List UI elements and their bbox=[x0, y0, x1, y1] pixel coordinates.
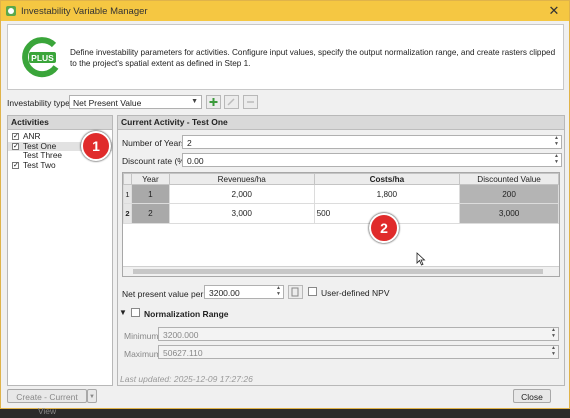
minimum-value: 3200.000 bbox=[163, 330, 199, 340]
header-banner: PLUS Define investability parameters for… bbox=[7, 24, 564, 90]
user-defined-npv-label: User-defined NPV bbox=[321, 288, 390, 298]
investability-type-select[interactable]: Net Present Value ▼ bbox=[69, 95, 202, 109]
window-close-button[interactable]: ✕ bbox=[545, 3, 563, 19]
row-header[interactable]: 2 bbox=[123, 203, 132, 224]
last-updated-text: Last updated: 2025-12-09 17:27:26 bbox=[120, 374, 253, 384]
header-description: Define investability parameters for acti… bbox=[70, 48, 556, 68]
add-icon bbox=[209, 98, 218, 106]
investability-type-label: Investability type: bbox=[7, 98, 73, 108]
minimum-label: Minimum bbox=[124, 331, 159, 341]
activity-label: Test One bbox=[23, 140, 57, 151]
spin-arrows-icon: ▲ ▼ bbox=[554, 153, 559, 165]
app-window: Investability Variable Manager ✕ PLUS De… bbox=[0, 0, 570, 416]
edit-icon bbox=[227, 98, 235, 106]
chevron-down-icon: ▼ bbox=[191, 98, 198, 105]
collapse-triangle-icon[interactable]: ▼ bbox=[119, 308, 127, 317]
npv-spinbox[interactable]: 3200.00 ▲ ▼ bbox=[204, 285, 284, 299]
maximum-spinbox[interactable]: 50627.110 ▲ ▼ bbox=[158, 345, 559, 359]
spin-arrows-icon: ▲ ▼ bbox=[554, 135, 559, 147]
cost-cell[interactable]: 1,800 bbox=[313, 184, 461, 204]
close-button[interactable]: Close bbox=[513, 389, 551, 403]
years-value: 2 bbox=[187, 138, 192, 148]
copy-npv-button[interactable] bbox=[288, 285, 303, 299]
copy-icon bbox=[291, 287, 299, 297]
activity-checkbox[interactable]: ✓ bbox=[12, 142, 19, 150]
maximum-label: Maximum bbox=[124, 349, 161, 359]
row-header[interactable]: 1 bbox=[123, 184, 132, 204]
horizontal-scrollbar[interactable] bbox=[123, 266, 559, 276]
activity-checkbox[interactable]: ✓ bbox=[12, 161, 19, 169]
create-button-label: Create - Current View bbox=[16, 392, 78, 416]
activity-label: ANR bbox=[23, 131, 41, 141]
npv-table[interactable]: Year Revenues/ha Costs/ha Discounted Val… bbox=[122, 172, 560, 277]
discounted-cell: 200 bbox=[459, 184, 559, 204]
close-button-label: Close bbox=[521, 392, 543, 402]
window-title: Investability Variable Manager bbox=[21, 6, 148, 17]
app-icon bbox=[6, 6, 16, 16]
discount-label: Discount rate (%) bbox=[122, 156, 188, 166]
mouse-cursor-icon bbox=[416, 252, 426, 266]
spin-arrows-icon: ▲ ▼ bbox=[276, 285, 281, 297]
year-cell: 2 bbox=[130, 203, 170, 224]
annotation-badge-1: 1 bbox=[81, 131, 111, 161]
revenue-cell[interactable]: 2,000 bbox=[168, 184, 315, 204]
annotation-badge-2: 2 bbox=[369, 213, 399, 243]
activity-item-test-two[interactable]: ✓ Test Two bbox=[8, 159, 112, 171]
normalization-checkbox[interactable] bbox=[131, 308, 140, 317]
column-header-costs[interactable]: Costs/ha bbox=[313, 173, 461, 185]
column-header-year[interactable]: Year bbox=[130, 173, 170, 185]
discount-value: 0.00 bbox=[187, 156, 204, 166]
activity-label: Test Two bbox=[23, 159, 56, 170]
edit-type-button[interactable] bbox=[224, 95, 239, 109]
create-current-view-button[interactable]: Create - Current View bbox=[7, 389, 87, 416]
revenue-cell[interactable]: 3,000 bbox=[168, 203, 315, 224]
table-row: 2 2 3,000 500 3,000 bbox=[123, 203, 559, 224]
investability-type-value: Net Present Value bbox=[73, 98, 142, 108]
corner-header bbox=[123, 173, 132, 185]
discounted-cell: 3,000 bbox=[459, 203, 559, 224]
column-header-discounted[interactable]: Discounted Value bbox=[459, 173, 559, 185]
create-menu-dropdown[interactable]: ▼ bbox=[87, 389, 97, 403]
year-cell: 1 bbox=[130, 184, 170, 204]
cplus-logo: PLUS bbox=[22, 37, 59, 78]
user-defined-npv-checkbox[interactable] bbox=[308, 287, 317, 296]
spin-arrows-icon: ▲ ▼ bbox=[551, 345, 556, 357]
title-bar: Investability Variable Manager ✕ bbox=[1, 1, 569, 21]
add-type-button[interactable] bbox=[206, 95, 221, 109]
table-row: 1 1 2,000 1,800 200 bbox=[123, 184, 559, 204]
table-header-row: Year Revenues/ha Costs/ha Discounted Val… bbox=[123, 173, 559, 185]
scrollbar-thumb[interactable] bbox=[133, 269, 543, 274]
activity-label: Test Three bbox=[23, 150, 63, 160]
column-header-revenues[interactable]: Revenues/ha bbox=[168, 173, 315, 185]
minimum-spinbox[interactable]: 3200.000 ▲ ▼ bbox=[158, 327, 559, 341]
discount-spinbox[interactable]: 0.00 ▲ ▼ bbox=[182, 153, 562, 167]
years-spinbox[interactable]: 2 ▲ ▼ bbox=[182, 135, 562, 149]
years-label: Number of Years bbox=[122, 138, 186, 148]
activity-checkbox[interactable]: ✓ bbox=[12, 133, 19, 140]
current-activity-header: Current Activity - Test One bbox=[118, 116, 564, 130]
activities-header: Activities bbox=[8, 116, 112, 130]
normalization-title: Normalization Range bbox=[144, 309, 229, 319]
remove-icon bbox=[247, 101, 254, 103]
logo-text: PLUS bbox=[31, 53, 54, 63]
npv-label: Net present value per ha bbox=[122, 289, 216, 299]
spin-arrows-icon: ▲ ▼ bbox=[551, 327, 556, 339]
maximum-value: 50627.110 bbox=[163, 348, 203, 358]
remove-type-button[interactable] bbox=[243, 95, 258, 109]
current-activity-panel: Current Activity - Test One Number of Ye… bbox=[117, 115, 565, 386]
npv-value: 3200.00 bbox=[209, 288, 240, 298]
